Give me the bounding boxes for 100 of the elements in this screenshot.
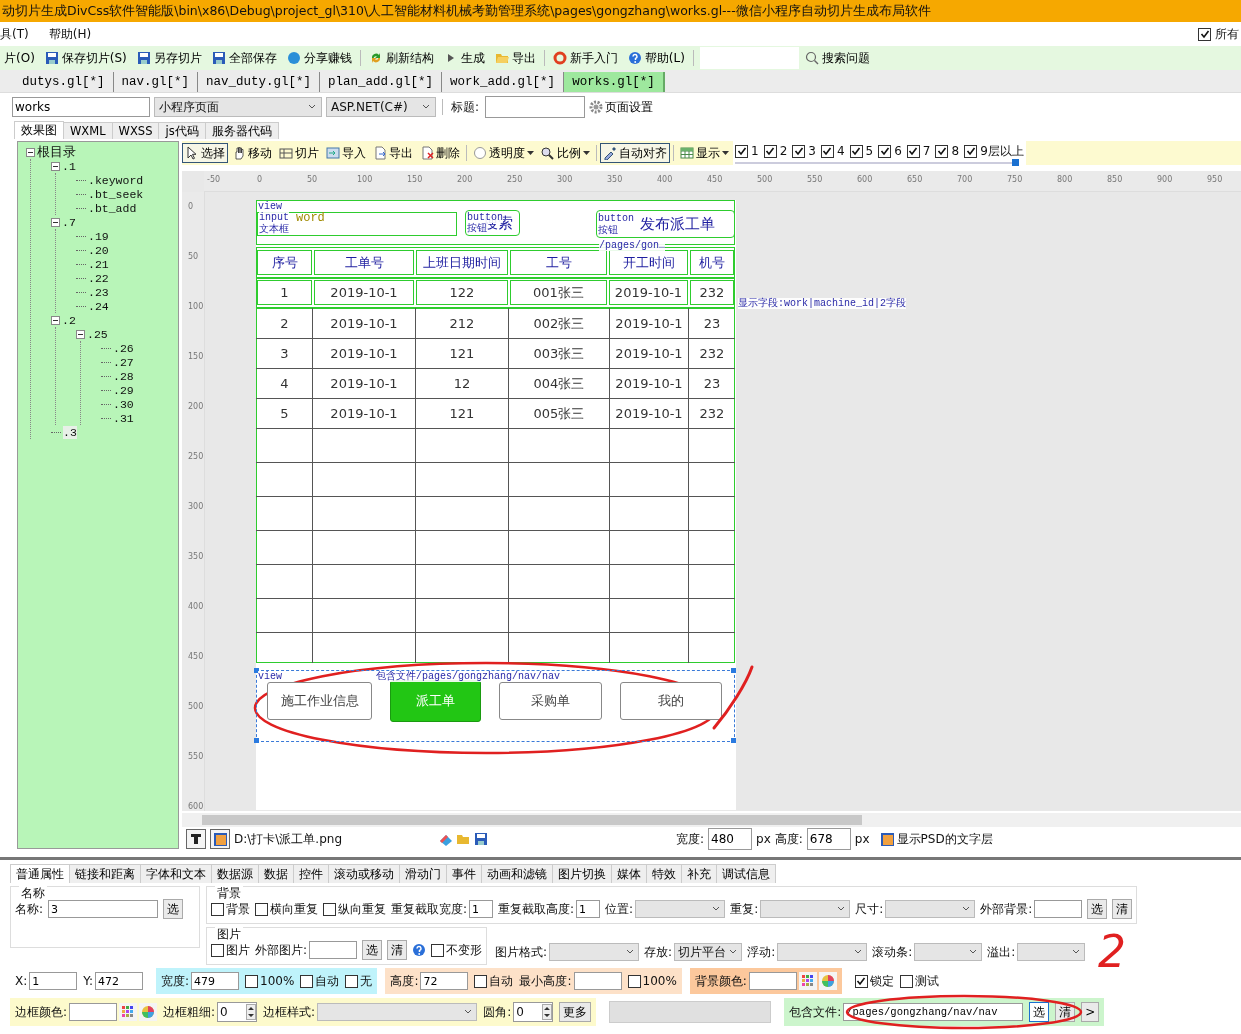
toolbar-button[interactable]: 刷新结构 bbox=[364, 47, 438, 69]
toolbar-button[interactable]: 全部保存 bbox=[207, 47, 281, 69]
file-tab[interactable]: works.gl[*] bbox=[564, 72, 665, 92]
nav-button[interactable]: 采购单 bbox=[499, 682, 602, 720]
tree-item[interactable]: .31 bbox=[113, 411, 134, 425]
toolbar-button[interactable]: 片(O) bbox=[0, 47, 39, 69]
tree-item[interactable]: .2 bbox=[62, 313, 76, 327]
number-spinner[interactable]: 0 bbox=[217, 1002, 258, 1022]
view-tab[interactable]: WXML bbox=[63, 122, 113, 139]
toolbar-button[interactable]: 另存切片 bbox=[132, 47, 206, 69]
height-field[interactable]: 678 bbox=[806, 828, 851, 850]
menu-item[interactable]: 帮助(H) bbox=[48, 25, 92, 43]
number-spinner[interactable]: 0 bbox=[513, 1002, 554, 1022]
file-tab[interactable]: nav_duty.gl[*] bbox=[198, 72, 321, 92]
toolbar-button[interactable]: 帮助(L) bbox=[623, 47, 689, 69]
nav-button[interactable]: 施工作业信息 bbox=[267, 682, 372, 720]
page-name-field[interactable]: works bbox=[12, 97, 150, 117]
search-button[interactable]: 搜索问题 bbox=[800, 47, 874, 69]
button[interactable]: 选 bbox=[1029, 1002, 1050, 1022]
tree-item[interactable]: .26 bbox=[113, 341, 134, 355]
page-type-dropdown[interactable]: 小程序页面 bbox=[154, 97, 322, 117]
input-field[interactable]: 479 bbox=[191, 972, 240, 990]
input-field[interactable]: 1 bbox=[29, 972, 78, 990]
property-tab[interactable]: 滑动门 bbox=[399, 864, 447, 883]
tree-item[interactable]: .24 bbox=[88, 299, 109, 313]
property-tab[interactable]: 图片切换 bbox=[552, 864, 612, 883]
view-tab[interactable]: js代码 bbox=[158, 122, 206, 139]
toolbar-button[interactable]: 导出 bbox=[490, 47, 540, 69]
tool-button[interactable]: 切片 bbox=[276, 143, 322, 163]
tool-button[interactable]: 删除 bbox=[417, 143, 463, 163]
input-field[interactable]: 472 bbox=[95, 972, 144, 990]
property-tab[interactable]: 媒体 bbox=[611, 864, 647, 883]
toolbar-button[interactable]: 分享赚钱 bbox=[282, 47, 356, 69]
dropdown[interactable]: 切片平台 bbox=[674, 943, 743, 961]
tree-item[interactable]: .29 bbox=[113, 383, 134, 397]
button[interactable]: > bbox=[1081, 1002, 1100, 1022]
property-tab[interactable]: 补充 bbox=[681, 864, 717, 883]
file-tab[interactable]: dutys.gl[*] bbox=[14, 72, 114, 92]
tree-item[interactable]: .3 bbox=[63, 425, 77, 439]
toolbar-button[interactable]: 保存切片(S) bbox=[40, 47, 131, 69]
tree-item[interactable]: .21 bbox=[88, 257, 109, 271]
tree-item[interactable]: .20 bbox=[88, 243, 109, 257]
property-tab[interactable]: 特效 bbox=[646, 864, 682, 883]
view-tab[interactable]: 服务器代码 bbox=[204, 122, 279, 139]
button[interactable]: 更多 bbox=[559, 1002, 592, 1022]
button[interactable]: 清 bbox=[387, 940, 408, 960]
table-cell-text: 2019-10-1 bbox=[329, 315, 399, 333]
tool-button[interactable]: 比例 bbox=[538, 143, 593, 163]
tree-item[interactable]: .keyword bbox=[88, 173, 144, 187]
input-field[interactable]: /pages/gongzhang/nav/nav bbox=[843, 1003, 1024, 1021]
tree-item[interactable]: .7 bbox=[62, 215, 76, 229]
file-tab[interactable]: nav.gl[*] bbox=[113, 72, 199, 92]
tool-button[interactable]: 移动 bbox=[229, 143, 275, 163]
view-tab[interactable]: WXSS bbox=[111, 122, 160, 139]
property-tab[interactable]: 控件 bbox=[293, 864, 329, 883]
tool-button[interactable]: 显示 bbox=[677, 143, 732, 163]
input-field[interactable]: 72 bbox=[420, 972, 469, 990]
view-tab[interactable]: 效果图 bbox=[14, 121, 64, 139]
tree-item[interactable]: .25 bbox=[87, 327, 108, 341]
property-tab[interactable]: 滚动或移动 bbox=[328, 864, 400, 883]
button[interactable]: 清 bbox=[1112, 899, 1133, 919]
toolbar-button[interactable]: 生成 bbox=[439, 47, 489, 69]
property-tab[interactable]: 调试信息 bbox=[716, 864, 776, 883]
checkbox-label: 背景 bbox=[226, 900, 250, 918]
button[interactable]: 选 bbox=[362, 940, 383, 960]
button[interactable]: 选 bbox=[1087, 899, 1108, 919]
property-tab[interactable]: 动画和滤镜 bbox=[481, 864, 553, 883]
table-cell-text: 2019-10-1 bbox=[329, 375, 399, 393]
property-tab[interactable]: 链接和距离 bbox=[69, 864, 141, 883]
file-tab[interactable]: plan_add.gl[*] bbox=[320, 72, 443, 92]
button[interactable]: 选 bbox=[163, 899, 184, 919]
tree-item[interactable]: 根目录 bbox=[37, 143, 76, 161]
tool-button[interactable]: 导入 bbox=[323, 143, 369, 163]
tree-item[interactable]: .27 bbox=[113, 355, 134, 369]
property-tab[interactable]: 普通属性 bbox=[10, 864, 70, 883]
tree-item[interactable]: .30 bbox=[113, 397, 134, 411]
nav-button[interactable]: 我的 bbox=[620, 682, 722, 720]
page-settings-button[interactable]: 页面设置 bbox=[589, 98, 654, 116]
input-field[interactable]: 1 bbox=[469, 900, 494, 918]
tree-item[interactable]: .1 bbox=[62, 159, 76, 173]
property-tab[interactable]: 字体和文本 bbox=[140, 864, 212, 883]
tree-item[interactable]: .28 bbox=[113, 369, 134, 383]
tool-button[interactable]: 选择 bbox=[182, 143, 228, 163]
tree-item[interactable]: .23 bbox=[88, 285, 109, 299]
property-tab[interactable]: 数据源 bbox=[211, 864, 259, 883]
tool-button[interactable]: 透明度 bbox=[470, 143, 537, 163]
tree-item[interactable]: .19 bbox=[88, 229, 109, 243]
language-dropdown[interactable]: ASP.NET(C#) bbox=[326, 97, 436, 117]
tree-item[interactable]: .bt_seek bbox=[88, 187, 144, 201]
width-field[interactable]: 480 bbox=[708, 828, 753, 850]
toolbar-button[interactable]: 新手入门 bbox=[548, 47, 622, 69]
tool-button[interactable]: 导出 bbox=[370, 143, 416, 163]
menu-item[interactable]: 具(T) bbox=[0, 25, 29, 43]
tree-item[interactable]: .22 bbox=[88, 271, 109, 285]
input-field[interactable]: 1 bbox=[576, 900, 601, 918]
tool-button[interactable]: 自动对齐 bbox=[600, 143, 670, 163]
property-tab[interactable]: 数据 bbox=[258, 864, 294, 883]
property-tab[interactable]: 事件 bbox=[446, 864, 482, 883]
tree-item[interactable]: .bt_add bbox=[88, 201, 137, 215]
name-field[interactable]: 3 bbox=[48, 900, 159, 918]
